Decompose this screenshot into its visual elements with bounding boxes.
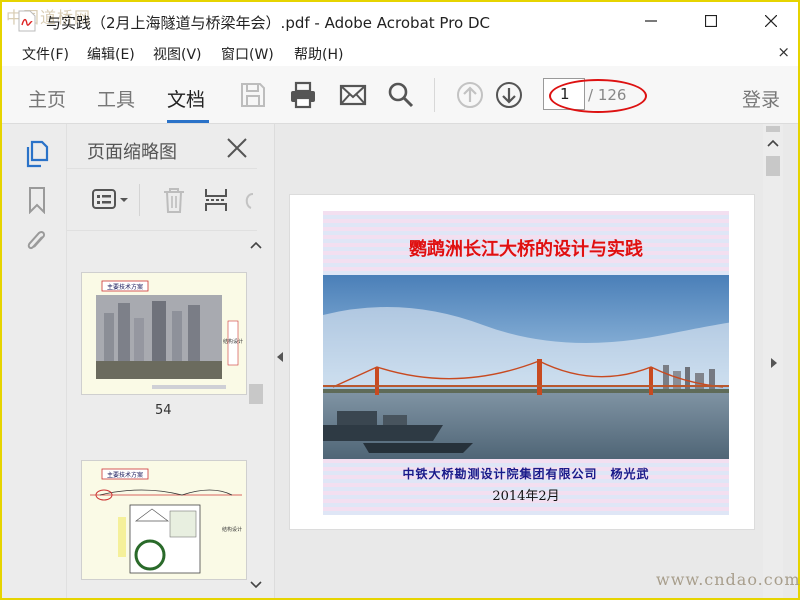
thumbnail-page[interactable]: 主要技术方案 结构设计 bbox=[81, 460, 247, 580]
panel-divider-2 bbox=[67, 230, 257, 231]
expand-right-icon[interactable] bbox=[769, 356, 779, 370]
maximize-icon bbox=[705, 15, 717, 27]
menu-bar: 文件(F) 编辑(E) 视图(V) 窗口(W) 帮助(H) × bbox=[2, 40, 798, 66]
title-bar: 中国道桥网 与实践（2月上海隧道与桥梁年会）.pdf - Adobe Acrob… bbox=[2, 2, 798, 40]
panel-divider bbox=[67, 168, 257, 169]
toolbar-separator bbox=[434, 78, 435, 112]
menu-help[interactable]: 帮助(H) bbox=[294, 44, 343, 64]
thumbnail-scrollbar[interactable] bbox=[247, 234, 265, 596]
menu-window[interactable]: 窗口(W) bbox=[221, 44, 274, 64]
slide-title: 鹦鹉洲长江大桥的设计与实践 bbox=[409, 239, 643, 260]
close-panel-icon[interactable] bbox=[225, 136, 249, 160]
active-tab-indicator bbox=[167, 120, 209, 123]
toolbar: 主页 工具 文档 1 / 126 登录 bbox=[2, 66, 798, 124]
bookmark-icon[interactable] bbox=[24, 186, 50, 214]
menu-edit[interactable]: 编辑(E) bbox=[87, 44, 135, 64]
print-icon[interactable] bbox=[288, 80, 318, 110]
thumbnail-side-label: 结构设计 bbox=[223, 338, 243, 345]
scroll-up-icon[interactable] bbox=[763, 136, 783, 150]
search-icon[interactable] bbox=[386, 80, 416, 110]
highlight-annotation bbox=[549, 79, 647, 113]
document-view: 鹦鹉洲长江大桥的设计与实践 中铁大桥勘测设计院集团有限公司 杨光武 2014年2… bbox=[274, 124, 798, 598]
save-icon[interactable] bbox=[238, 80, 268, 110]
login-link[interactable]: 登录 bbox=[742, 85, 780, 112]
tab-tools[interactable]: 工具 bbox=[97, 85, 135, 112]
rotate-page-icon[interactable] bbox=[241, 186, 257, 214]
delete-page-icon[interactable] bbox=[161, 186, 187, 214]
attachment-icon[interactable] bbox=[24, 228, 50, 256]
minimize-button[interactable] bbox=[628, 2, 674, 40]
document-close-button[interactable]: × bbox=[777, 43, 790, 61]
page-thumbnails-icon[interactable] bbox=[24, 140, 50, 168]
next-page-icon[interactable] bbox=[494, 80, 524, 110]
panel-title: 页面缩略图 bbox=[87, 142, 177, 163]
thumbnail-image: 主要技术方案 结构设计 bbox=[82, 461, 246, 579]
scroll-up-icon[interactable] bbox=[247, 238, 265, 252]
tab-home[interactable]: 主页 bbox=[28, 85, 66, 112]
email-icon[interactable] bbox=[338, 80, 368, 110]
slide-organization: 中铁大桥勘测设计院集团有限公司 杨光武 bbox=[402, 467, 650, 481]
thumbnail-heading: 主要技术方案 bbox=[107, 471, 143, 479]
scrollbar-thumb[interactable] bbox=[249, 384, 263, 404]
collapse-panel-icon[interactable] bbox=[275, 350, 285, 364]
maximize-button[interactable] bbox=[688, 2, 734, 40]
window-title: 与实践（2月上海隧道与桥梁年会）.pdf - Adobe Acrobat Pro… bbox=[46, 14, 491, 32]
menu-view[interactable]: 视图(V) bbox=[153, 44, 202, 64]
scrollbar-top-cap bbox=[766, 126, 780, 132]
minimize-icon bbox=[645, 20, 657, 22]
panel-tool-separator bbox=[139, 184, 140, 216]
navigation-rail bbox=[2, 124, 66, 598]
bridge-photo bbox=[323, 275, 729, 459]
thumbnail-panel: 页面缩略图 主要技术方案 结构设计 54 主要技术方案 结构设计 bbox=[66, 124, 274, 598]
slide: 鹦鹉洲长江大桥的设计与实践 中铁大桥勘测设计院集团有限公司 杨光武 2014年2… bbox=[323, 211, 729, 515]
thumbnail-page-number: 54 bbox=[155, 403, 172, 418]
thumbnail-side-label: 结构设计 bbox=[222, 526, 242, 533]
prev-page-icon[interactable] bbox=[455, 80, 485, 110]
close-button[interactable] bbox=[748, 2, 794, 40]
thumbnail-heading: 主要技术方案 bbox=[107, 283, 143, 291]
tab-document[interactable]: 文档 bbox=[167, 85, 205, 112]
menu-file[interactable]: 文件(F) bbox=[22, 44, 69, 64]
close-icon bbox=[765, 15, 777, 27]
pdf-page: 鹦鹉洲长江大桥的设计与实践 中铁大桥勘测设计院集团有限公司 杨光武 2014年2… bbox=[289, 194, 755, 530]
scrollbar-thumb[interactable] bbox=[766, 156, 780, 176]
thumbnail-image: 主要技术方案 结构设计 bbox=[82, 273, 246, 394]
thumbnail-options-icon[interactable] bbox=[91, 186, 131, 214]
watermark-bottom: www.cndao.com bbox=[656, 570, 800, 589]
thumbnail-page[interactable]: 主要技术方案 结构设计 bbox=[81, 272, 247, 395]
insert-page-icon[interactable] bbox=[203, 186, 229, 214]
scroll-down-icon[interactable] bbox=[247, 578, 265, 592]
document-scrollbar[interactable] bbox=[763, 124, 783, 598]
pdf-file-icon bbox=[18, 10, 36, 32]
slide-date: 2014年2月 bbox=[492, 489, 560, 504]
